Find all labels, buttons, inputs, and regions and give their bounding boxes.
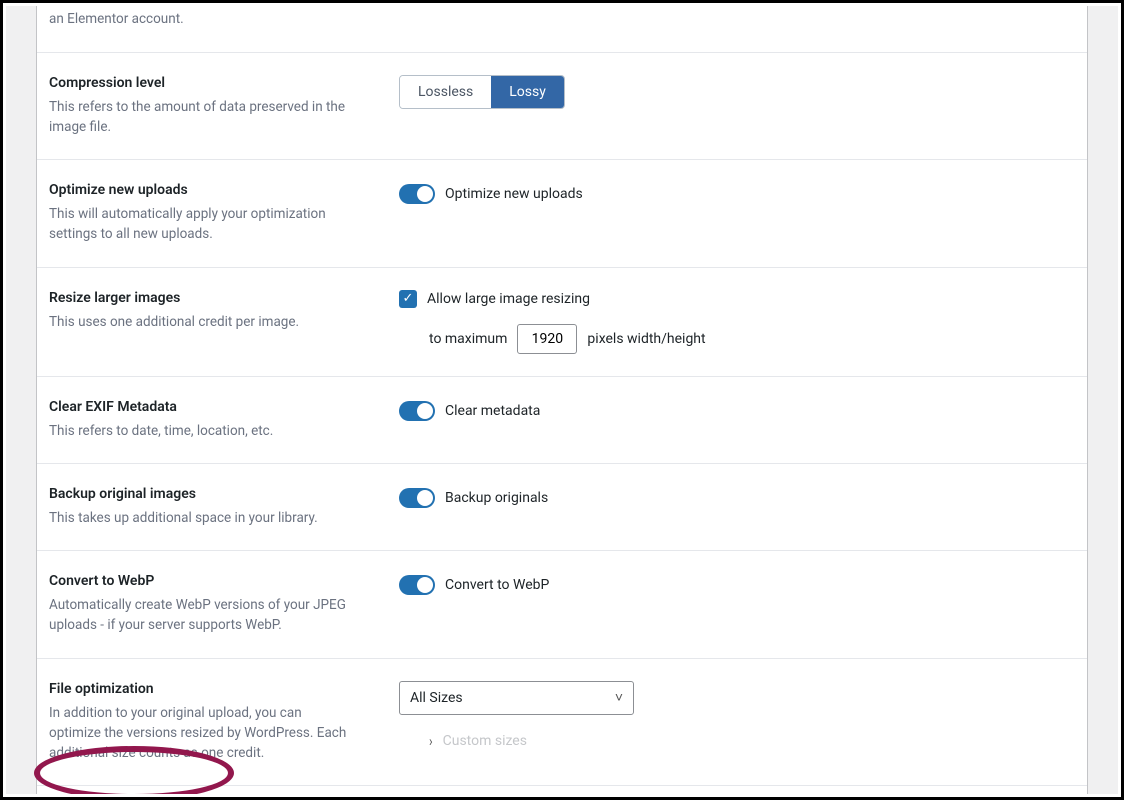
connect-desc: To use Image Optimizer, first you need t… [49, 6, 349, 30]
compression-segment: Lossless Lossy [399, 75, 565, 109]
exif-toggle-label: Clear metadata [445, 403, 540, 419]
webp-title: Convert to WebP [49, 573, 379, 589]
backup-title: Backup original images [49, 486, 379, 502]
file-opt-select[interactable]: All Sizes [399, 681, 634, 715]
exif-toggle[interactable] [399, 401, 435, 421]
file-opt-row: File optimization In addition to your or… [37, 659, 1087, 786]
optimize-uploads-desc: This will automatically apply your optim… [49, 204, 349, 245]
custom-sizes-link[interactable]: › Custom sizes [429, 733, 1069, 749]
webp-desc: Automatically create WebP versions of yo… [49, 595, 349, 636]
resize-desc: This uses one additional credit per imag… [49, 312, 349, 332]
file-opt-desc: In addition to your original upload, you… [49, 703, 349, 764]
compression-option-lossless[interactable]: Lossless [400, 76, 491, 108]
exif-row: Clear EXIF Metadata This refers to date,… [37, 377, 1087, 464]
exif-desc: This refers to date, time, location, etc… [49, 421, 349, 441]
allow-resize-label: Allow large image resizing [427, 291, 590, 307]
compression-option-lossy[interactable]: Lossy [491, 76, 564, 108]
exif-title: Clear EXIF Metadata [49, 399, 379, 415]
backup-toggle[interactable] [399, 488, 435, 508]
settings-panel: To use Image Optimizer, first you need t… [36, 6, 1088, 794]
optimize-uploads-title: Optimize new uploads [49, 182, 379, 198]
resize-max-prefix: to maximum [429, 331, 507, 347]
compression-desc: This refers to the amount of data preser… [49, 97, 349, 138]
resize-row: Resize larger images This uses one addit… [37, 268, 1087, 377]
resize-title: Resize larger images [49, 290, 379, 306]
webp-toggle[interactable] [399, 575, 435, 595]
webp-toggle-label: Convert to WebP [445, 577, 549, 593]
file-opt-title: File optimization [49, 681, 379, 697]
backup-row: Backup original images This takes up add… [37, 464, 1087, 551]
advanced-actions-row: › Advanced actions [37, 785, 1087, 794]
connect-row: To use Image Optimizer, first you need t… [37, 6, 1087, 53]
resize-max-suffix: pixels width/height [587, 331, 705, 347]
optimize-uploads-toggle[interactable] [399, 184, 435, 204]
chevron-right-icon: › [429, 732, 433, 749]
optimize-uploads-toggle-label: Optimize new uploads [445, 186, 583, 202]
backup-desc: This takes up additional space in your l… [49, 508, 349, 528]
backup-toggle-label: Backup originals [445, 490, 548, 506]
compression-title: Compression level [49, 75, 379, 91]
webp-row: Convert to WebP Automatically create Web… [37, 551, 1087, 659]
compression-row: Compression level This refers to the amo… [37, 53, 1087, 161]
optimize-uploads-row: Optimize new uploads This will automatic… [37, 160, 1087, 268]
resize-max-input[interactable] [517, 324, 577, 354]
file-opt-select-value: All Sizes [410, 690, 463, 706]
allow-resize-checkbox[interactable]: ✓ [399, 290, 417, 308]
